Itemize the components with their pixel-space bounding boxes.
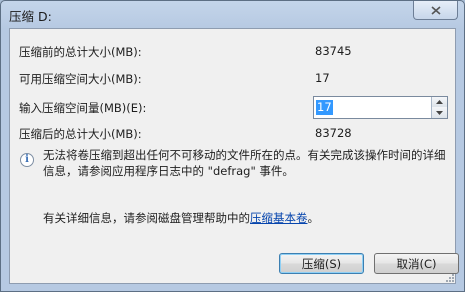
help-text: 有关详细信息，请参阅磁盘管理帮助中的 <box>43 211 250 225</box>
help-suffix: 。 <box>307 211 320 225</box>
total-size-after-label: 压缩后的总计大小(MB): <box>19 127 142 141</box>
total-size-after-value: 83728 <box>315 126 352 140</box>
available-shrink-space-value: 17 <box>315 71 330 85</box>
info-icon: i <box>20 153 34 167</box>
arrow-down-icon <box>436 110 443 115</box>
spinner-buttons <box>431 97 447 118</box>
dialog-body: 压缩前的总计大小(MB): 83745 可用压缩空间大小(MB): 17 输入压… <box>9 28 459 284</box>
shrink-amount-spinner[interactable]: 17 <box>313 96 448 119</box>
shrink-dialog-window: 压缩 D: 压缩前的总计大小(MB): 83745 可用压缩空间大小(MB): … <box>0 0 465 292</box>
close-icon <box>430 5 441 15</box>
spin-down-button[interactable] <box>432 107 447 118</box>
close-button[interactable] <box>413 1 458 20</box>
window-title: 压缩 D: <box>9 9 52 24</box>
arrow-up-icon <box>436 100 443 104</box>
help-line: 有关详细信息，请参阅磁盘管理帮助中的压缩基本卷。 <box>43 210 319 226</box>
available-shrink-space-label: 可用压缩空间大小(MB): <box>19 72 142 86</box>
total-size-before-label: 压缩前的总计大小(MB): <box>19 45 142 59</box>
cancel-button[interactable]: 取消(C) <box>374 253 459 274</box>
shrink-amount-label: 输入压缩空间量(MB)(E): <box>19 101 147 115</box>
title-bar[interactable]: 压缩 D: <box>1 1 464 28</box>
total-size-before-value: 83745 <box>315 44 352 58</box>
shrink-basic-volume-link[interactable]: 压缩基本卷 <box>250 211 308 225</box>
shrink-amount-input[interactable]: 17 <box>316 100 333 115</box>
info-message: 无法将卷压缩到超出任何不可移动的文件所在的点。有关完成该操作时间的详细信息，请参… <box>43 148 446 178</box>
shrink-button[interactable]: 压缩(S) <box>279 253 364 274</box>
resize-grip-icon[interactable] <box>444 272 454 282</box>
